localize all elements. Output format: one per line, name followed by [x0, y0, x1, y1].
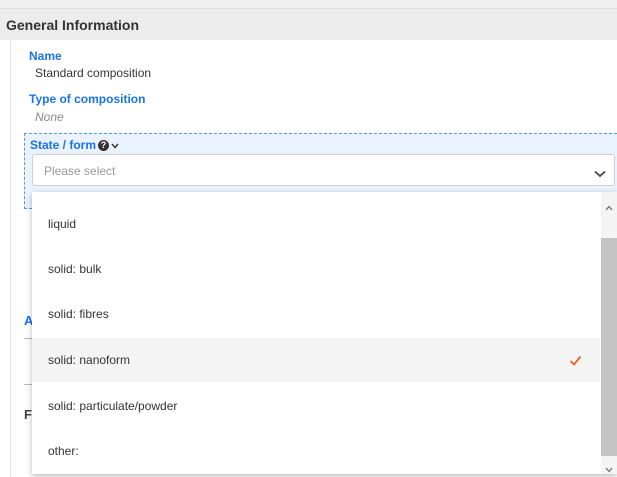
state-form-dropdown-list[interactable]: liquid solid: bulk solid: fibres solid: …	[32, 192, 617, 474]
option-label: solid: fibres	[48, 307, 109, 321]
option-label: solid: nanoform	[48, 353, 131, 367]
option-label: liquid	[48, 217, 77, 231]
scroll-down-icon[interactable]	[605, 460, 613, 474]
question-circle-icon[interactable]: ?	[98, 139, 110, 151]
state-form-select[interactable]: Please select	[32, 154, 615, 186]
option-label: solid: bulk	[48, 262, 102, 276]
dropdown-option[interactable]: solid: bulk	[32, 247, 600, 291]
dropdown-option[interactable]: solid: fibres	[32, 292, 600, 336]
dropdown-option-selected[interactable]: solid: nanoform	[32, 338, 600, 382]
chevron-down-icon[interactable]	[111, 138, 119, 152]
section-header[interactable]: General Information	[0, 8, 617, 40]
divider	[24, 338, 32, 339]
scrollbar-thumb[interactable]	[601, 238, 617, 456]
scroll-up-icon[interactable]	[605, 198, 613, 216]
type-of-composition-value: None	[35, 110, 64, 124]
dropdown-option[interactable]: solid: particulate/powder	[32, 384, 600, 428]
top-strip	[0, 0, 617, 8]
check-icon	[569, 353, 582, 371]
type-of-composition-label: Type of composition	[29, 92, 146, 106]
state-form-label-row: State / form ?	[30, 138, 119, 152]
option-label: other:	[48, 444, 79, 458]
dropdown-option[interactable]: liquid	[32, 202, 600, 246]
option-label: solid: particulate/powder	[48, 399, 178, 413]
state-form-label: State / form	[30, 138, 97, 152]
select-placeholder: Please select	[44, 164, 116, 178]
divider	[24, 384, 32, 385]
dropdown-scrollbar[interactable]	[601, 192, 617, 474]
dropdown-option[interactable]: other:	[32, 429, 600, 473]
obscured-section-label-f: F	[24, 407, 32, 422]
chevron-down-icon	[594, 165, 606, 183]
section-title: General Information	[6, 17, 140, 33]
name-label: Name	[29, 49, 62, 63]
name-value: Standard composition	[35, 66, 152, 80]
